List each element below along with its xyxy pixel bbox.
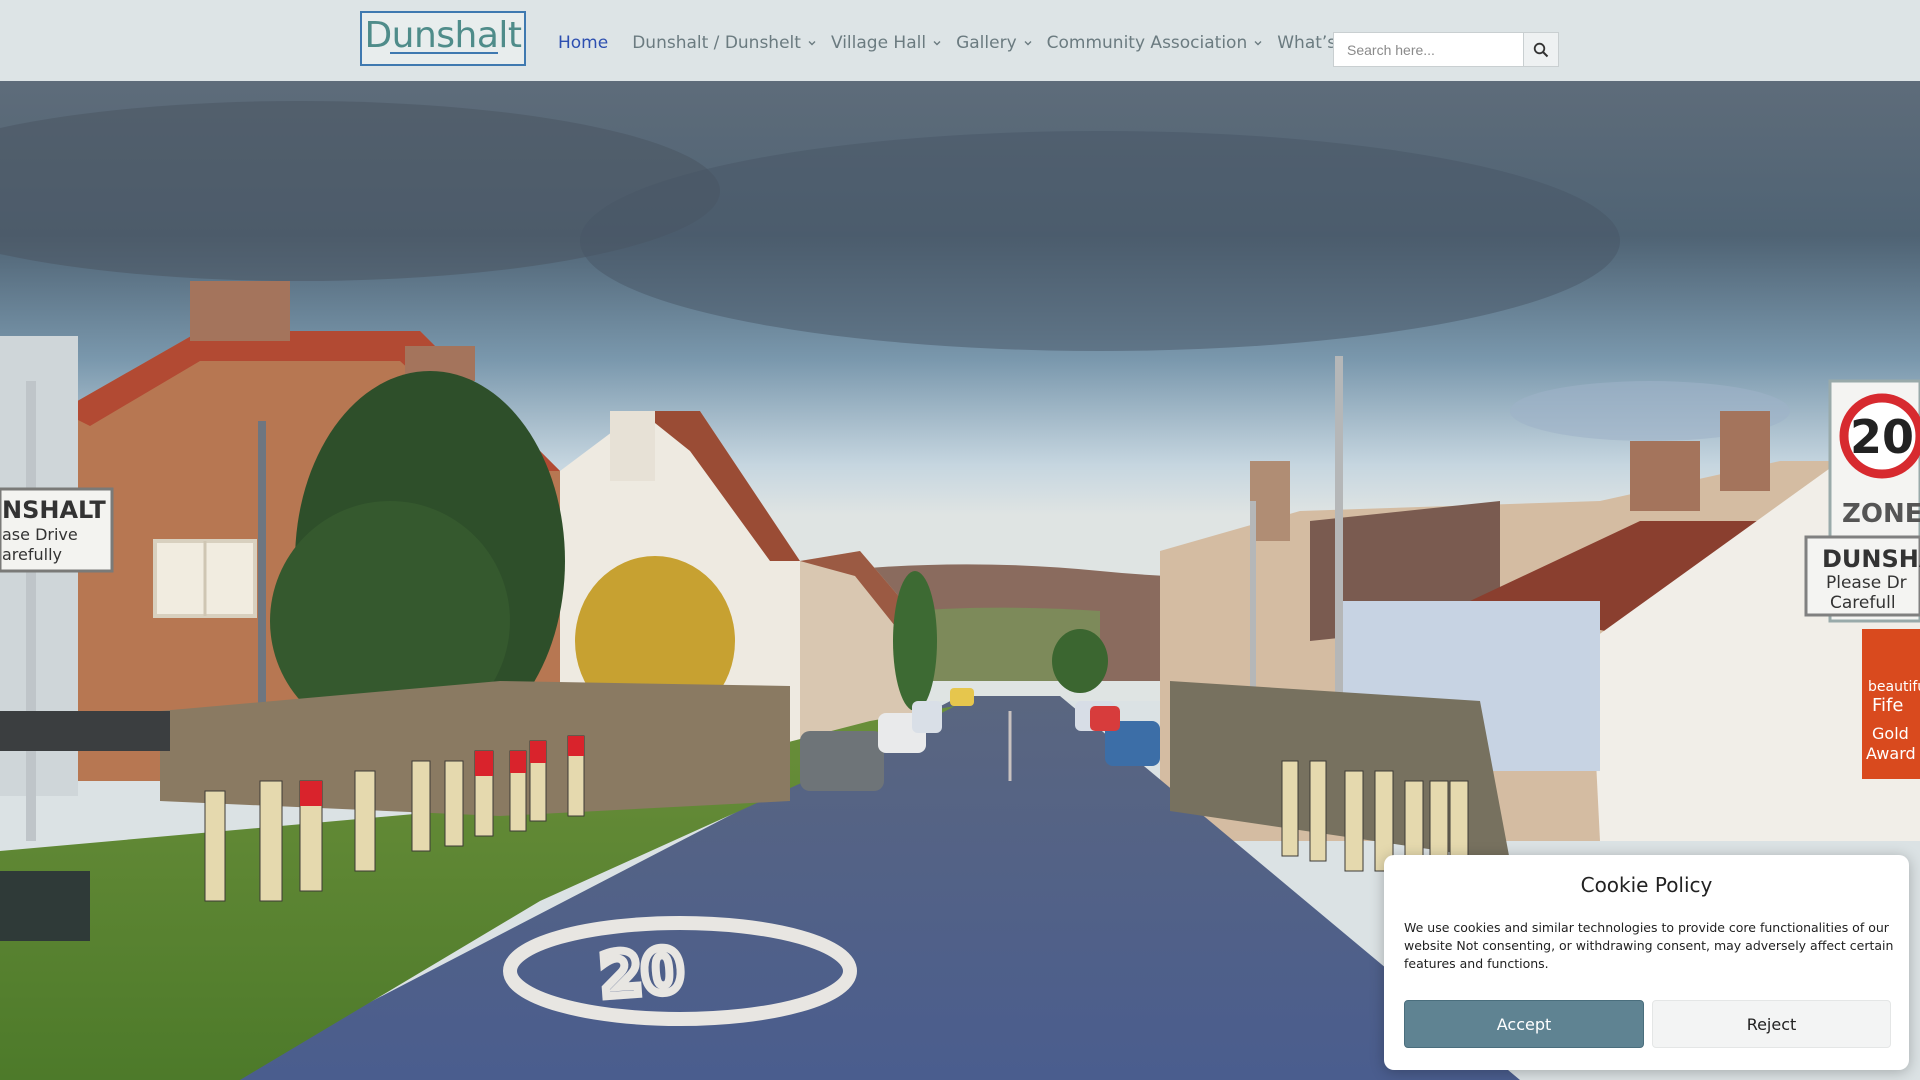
chevron-down-icon [1024, 41, 1032, 46]
speed-limit-number: 20 [1850, 410, 1914, 464]
chevron-down-icon [1254, 41, 1262, 46]
right-sign-line-1: DUNSHA [1822, 545, 1920, 573]
right-sign-line-3: Carefull [1830, 593, 1896, 613]
chevron-down-icon [933, 41, 941, 46]
nav-item-label: Home [558, 33, 609, 53]
speed-zone-label: ZONE [1842, 499, 1920, 529]
nav-item-dunshalt[interactable]: Dunshalt / Dunshelt [632, 33, 817, 53]
chevron-down-icon [808, 41, 816, 46]
cookie-text: We use cookies and similar technologies … [1404, 920, 1894, 971]
nav-item-label: Village Hall [830, 33, 927, 53]
award-line-3: Gold [1872, 724, 1909, 743]
award-line-4: Award [1866, 744, 1916, 763]
left-sign-line-3: arefully [2, 545, 62, 564]
nav-item-village-hall[interactable]: Village Hall [831, 33, 942, 53]
award-line-1: beautiful [1868, 679, 1920, 695]
site-logo[interactable]: Dunshalt [360, 11, 526, 66]
logo-underline [390, 52, 498, 54]
reject-button[interactable]: Reject [1652, 1000, 1891, 1048]
award-line-2: Fife [1872, 695, 1903, 716]
search-input[interactable] [1334, 33, 1524, 66]
nav-item-label: Community Association [1046, 33, 1248, 53]
search-box [1333, 32, 1559, 67]
accept-button[interactable]: Accept [1404, 1000, 1644, 1048]
left-sign-line-1: NSHALT [2, 496, 106, 524]
logo-text: Dunshalt [364, 15, 522, 56]
right-sign-line-2: Please Dr [1826, 573, 1907, 593]
search-button[interactable] [1523, 33, 1558, 66]
nav-item-label: Dunshalt / Dunshelt [632, 33, 801, 53]
road-marking-text: 20 [598, 936, 686, 1012]
nav-item-community-association[interactable]: Community Association [1047, 33, 1264, 53]
nav-item-home[interactable]: Home [558, 33, 608, 53]
search-icon [1533, 42, 1549, 57]
nav-item-gallery[interactable]: Gallery [956, 33, 1033, 53]
nav-item-label: Gallery [956, 33, 1017, 53]
main-nav: Home Dunshalt / Dunshelt Village Hall Ga… [558, 33, 1396, 53]
site-header: Dunshalt Home Dunshalt / Dunshelt Villag… [0, 0, 1920, 81]
cookie-title: Cookie Policy [1580, 873, 1713, 897]
left-sign-line-2: ase Drive [2, 525, 78, 544]
cookie-dialog: Cookie Policy We use cookies and similar… [1384, 855, 1909, 1070]
